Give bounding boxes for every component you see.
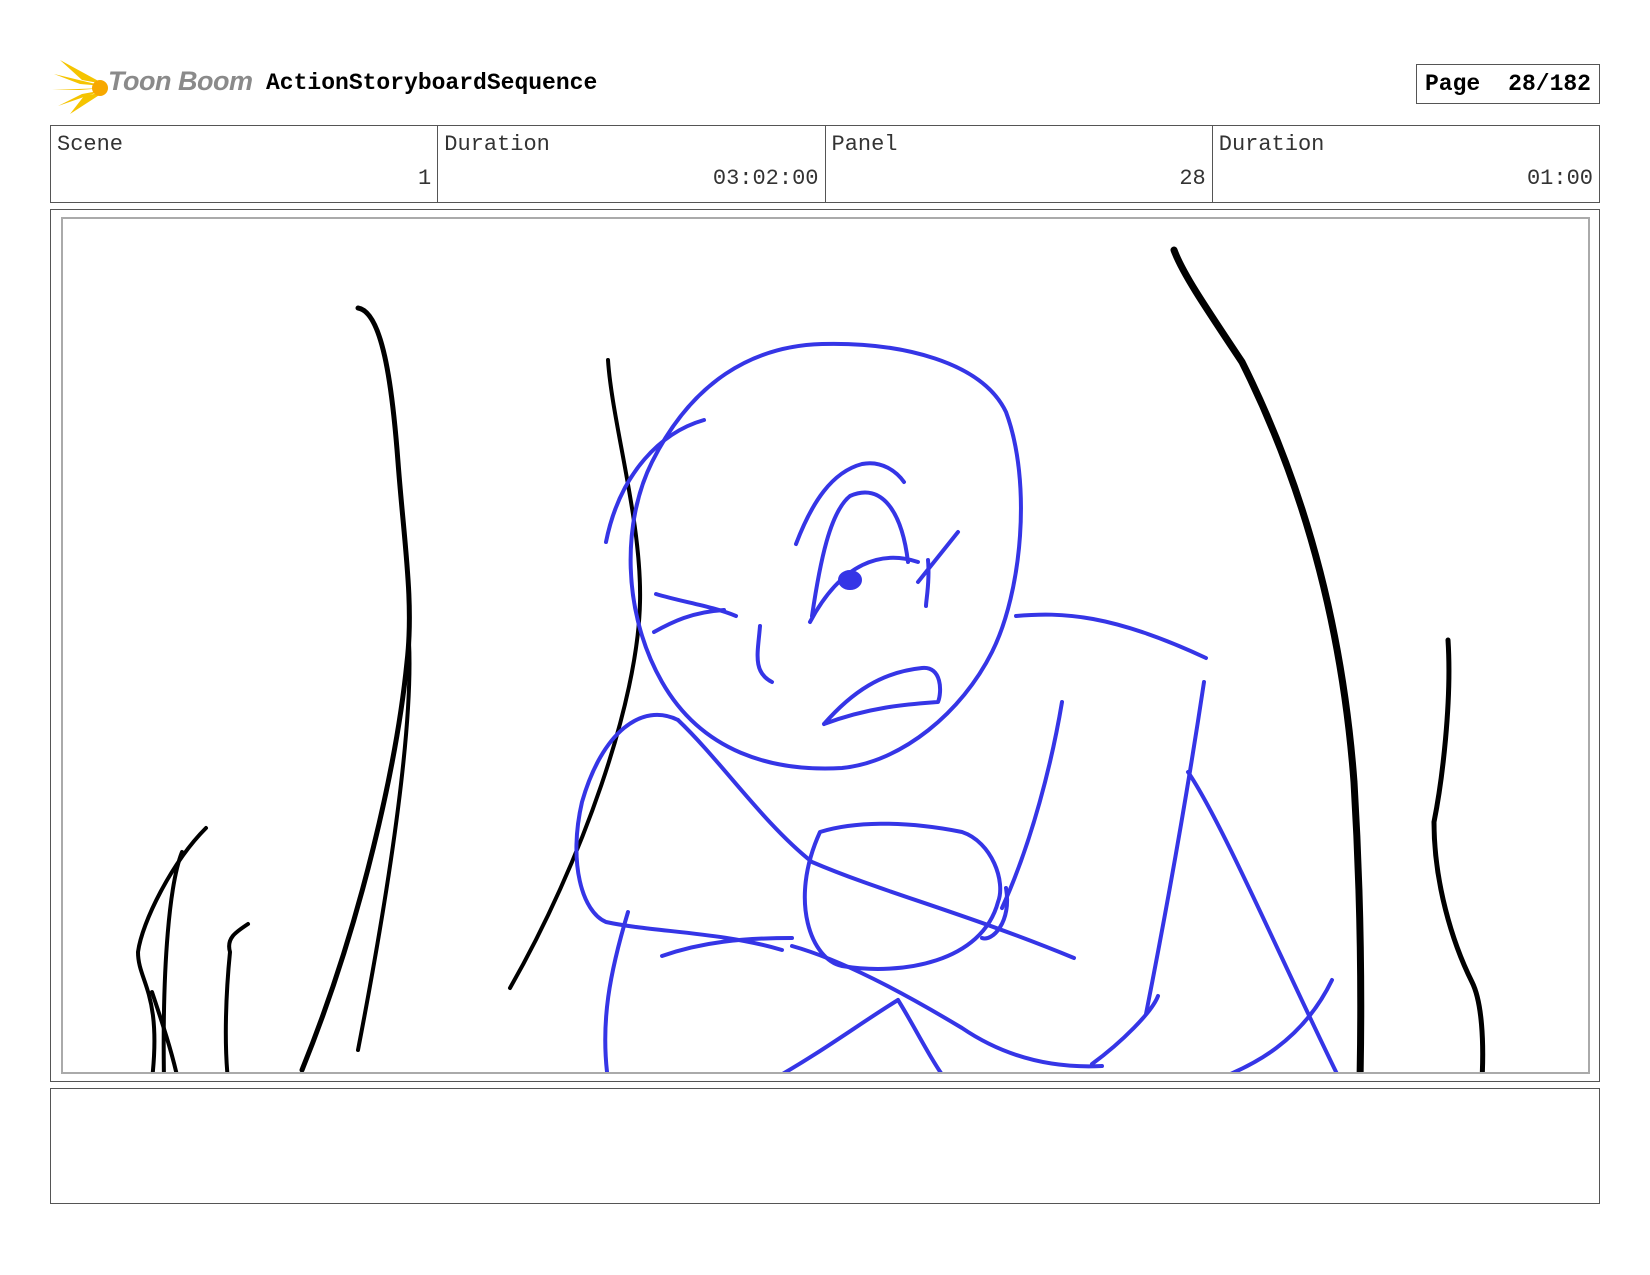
panel-duration-label: Duration: [1218, 132, 1325, 157]
panel-value: 28: [1179, 166, 1206, 191]
scene-duration-value: 03:02:00: [712, 166, 819, 191]
sequence-title: ActionStoryboardSequence: [266, 70, 598, 96]
panel-info-table: Scene 1 Duration 03:02:00 Panel 28 Durat…: [50, 125, 1600, 203]
page-number: 28/182: [1508, 71, 1591, 97]
scene-cell: Scene 1: [51, 126, 439, 202]
scene-duration-cell: Duration 03:02:00: [438, 126, 826, 202]
logo-text: Toon Boom: [108, 66, 253, 96]
panel-image: [61, 217, 1590, 1074]
scene-value: 1: [418, 166, 432, 191]
page-indicator: Page 28/182: [1416, 64, 1600, 104]
character-sketch: [574, 341, 1339, 1072]
panel-duration-value: 01:00: [1526, 166, 1593, 191]
scene-duration-label: Duration: [444, 132, 550, 157]
scene-label: Scene: [57, 132, 124, 157]
notes-area: [50, 1088, 1600, 1204]
storyboard-sketch: [136, 246, 1486, 1072]
panel-label: Panel: [831, 132, 898, 157]
panel-duration-cell: Duration 01:00: [1213, 126, 1599, 202]
page-label: Page: [1425, 71, 1481, 97]
panel-cell: Panel 28: [826, 126, 1213, 202]
starburst-icon: [52, 60, 108, 114]
